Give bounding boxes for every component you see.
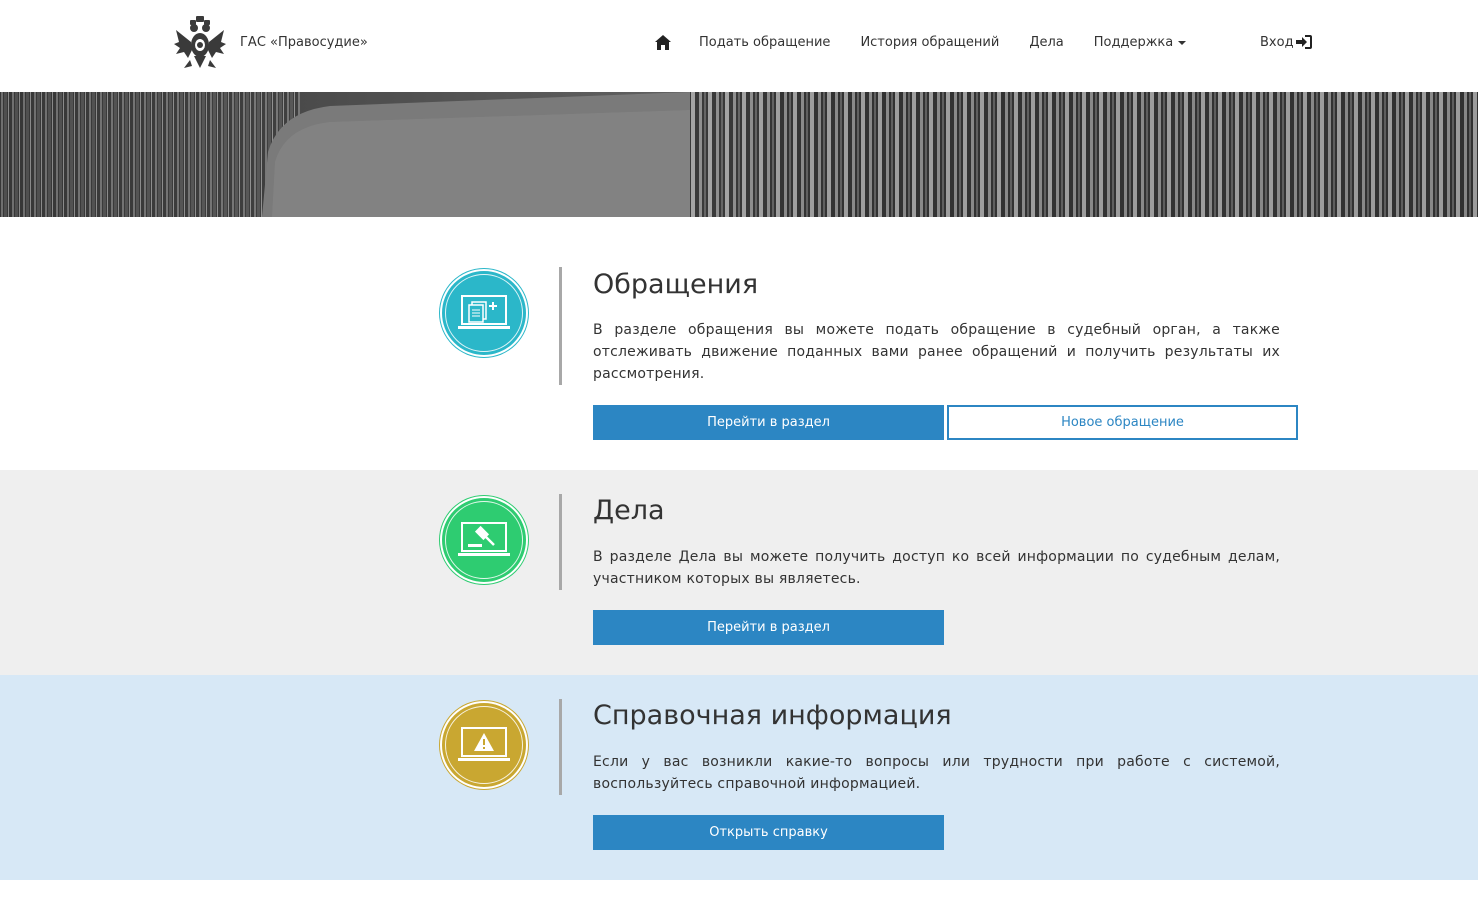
section-description: Если у вас возникли какие-то вопросы или…: [593, 754, 1280, 792]
section-description: В разделе Дела вы можете получить доступ…: [593, 549, 1280, 587]
login-label: Вход: [1260, 34, 1294, 50]
go-to-cases-button[interactable]: Перейти в раздел: [593, 610, 944, 645]
archive-folders-image: [0, 92, 1478, 217]
section-appeals: Обращения В разделе обращения вы можете …: [0, 217, 1478, 470]
home-icon: [655, 34, 671, 50]
cases-icon-badge: [440, 496, 528, 584]
nav-appeal-history[interactable]: История обращений: [860, 35, 999, 50]
badge-ring: [445, 274, 523, 352]
open-help-button[interactable]: Открыть справку: [593, 815, 944, 850]
go-to-appeals-button[interactable]: Перейти в раздел: [593, 405, 944, 440]
caret-down-icon: [1178, 41, 1187, 45]
brand-title: ГАС «Правосудие»: [240, 34, 368, 50]
badge-ring: [445, 501, 523, 579]
coat-of-arms-icon: [174, 16, 226, 68]
sign-in-icon: [1295, 35, 1312, 49]
section-help: Справочная информация Если у вас возникл…: [0, 675, 1478, 880]
page-footer-space: [0, 880, 1478, 900]
section-description: В разделе обращения вы можете подать обр…: [593, 322, 1280, 382]
section-cases: Дела В разделе Дела вы можете получить д…: [0, 470, 1478, 675]
hero-banner: [0, 92, 1478, 217]
help-icon-badge: [440, 701, 528, 789]
badge-ring: [445, 706, 523, 784]
new-appeal-button[interactable]: Новое обращение: [947, 405, 1298, 440]
login-link[interactable]: Вход: [1260, 30, 1312, 54]
section-divider: [559, 699, 562, 795]
nav-support-label: Поддержка: [1093, 34, 1174, 50]
site-header: ГАС «Правосудие» Подать обращение Истори…: [0, 0, 1478, 92]
nav-support-dropdown[interactable]: Поддержка: [1094, 35, 1187, 50]
section-divider: [559, 267, 562, 385]
section-title: Дела: [593, 495, 665, 526]
home-link[interactable]: [654, 33, 672, 51]
section-divider: [559, 494, 562, 590]
nav-submit-appeal[interactable]: Подать обращение: [699, 35, 830, 50]
main-nav: Подать обращение История обращений Дела …: [654, 30, 1187, 54]
brand[interactable]: ГАС «Правосудие»: [170, 12, 368, 72]
nav-cases[interactable]: Дела: [1029, 35, 1063, 50]
section-title: Справочная информация: [593, 700, 952, 731]
section-title: Обращения: [593, 269, 759, 300]
appeals-icon-badge: [440, 269, 528, 357]
